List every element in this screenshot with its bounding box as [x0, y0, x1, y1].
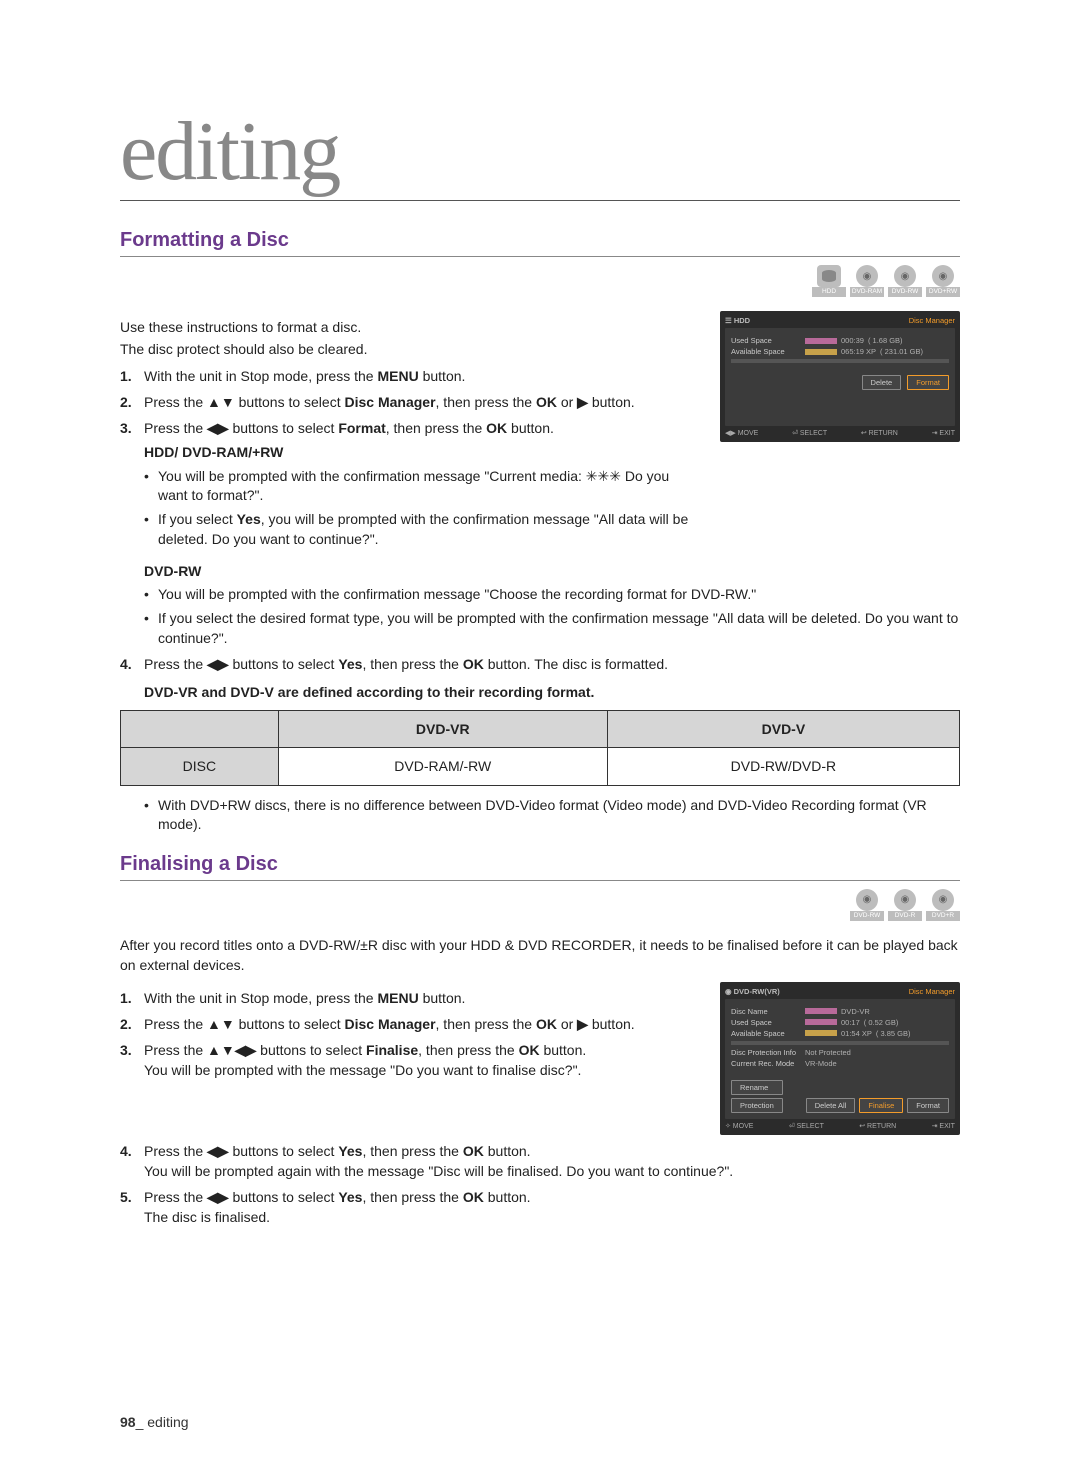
media-dvdram: ◉DVD-RAM [850, 265, 884, 297]
tv2-btn-protection: Protection [731, 1098, 783, 1113]
media2-dvdpr: ◉DVD+R [926, 889, 960, 921]
s1-screenshot: ☰ HDDDisc Manager Used Space000:39( 1.68… [720, 311, 960, 555]
tv-btn-format: Format [907, 375, 949, 390]
s2-step3-prompt: You will be prompted with the message "D… [144, 1060, 700, 1080]
page-footer: 98_ editing [120, 1414, 189, 1430]
tv2-btn-rename: Rename [731, 1080, 783, 1095]
s1-step3-cont: DVD-RW You will be prompted with the con… [120, 561, 960, 648]
s1-title: Formatting a Disc [120, 229, 960, 257]
media-hdd: HDD [812, 265, 846, 297]
media-dvdrw: ◉DVD-RW [888, 265, 922, 297]
s2-intro: After you record titles onto a DVD-RW/±R… [120, 935, 960, 976]
chapter-title: editing [120, 110, 960, 201]
s2-step5: 5. Press the ◀▶ buttons to select Yes, t… [120, 1187, 960, 1228]
s1-postnote: With DVD+RW discs, there is no differenc… [144, 796, 960, 835]
tv-btn-delete: Delete [862, 375, 902, 390]
s2-body-2: 4. Press the ◀▶ buttons to select Yes, t… [120, 1141, 960, 1228]
media2-dvdr: ◉DVD-R [888, 889, 922, 921]
s1-body: Use these instructions to format a disc.… [120, 311, 700, 555]
s2-step2: 2. Press the ▲▼ buttons to select Disc M… [120, 1014, 700, 1034]
s1-hdd-b2: If you select Yes, you will be prompted … [144, 510, 700, 549]
media2-dvdrw: ◉DVD-RW [850, 889, 884, 921]
s1-intro2: The disc protect should also be cleared. [120, 339, 700, 359]
s1-step3: 3. Press the ◀▶ buttons to select Format… [120, 418, 700, 549]
s2-screenshot: ◉ DVD-RW(VR)Disc Manager Disc NameDVD-VR… [720, 982, 960, 1135]
media-dvdprw: ◉DVD+RW [926, 265, 960, 297]
s2-step5-final: The disc is finalised. [144, 1207, 960, 1227]
s1-step2: 2. Press the ▲▼ buttons to select Disc M… [120, 392, 700, 412]
s1-intro1: Use these instructions to format a disc. [120, 317, 700, 337]
s1-rw-b2: If you select the desired format type, y… [144, 609, 960, 648]
s1-rw-b1: You will be prompted with the confirmati… [144, 585, 960, 605]
s2-title: Finalising a Disc [120, 853, 960, 881]
s2-step1: 1. With the unit in Stop mode, press the… [120, 988, 700, 1008]
s2-body: 1. With the unit in Stop mode, press the… [120, 982, 700, 1135]
tv2-btn-finalise: Finalise [859, 1098, 903, 1113]
s1-table: DVD-VRDVD-V DISCDVD-RAM/-RWDVD-RW/DVD-R [120, 710, 960, 786]
s1-hdd-b1: You will be prompted with the confirmati… [144, 467, 700, 506]
s1-media-row: HDD ◉DVD-RAM ◉DVD-RW ◉DVD+RW [120, 265, 960, 297]
s1-step1: 1. With the unit in Stop mode, press the… [120, 366, 700, 386]
s2-media-row: ◉DVD-RW ◉DVD-R ◉DVD+R [120, 889, 960, 921]
tv2-btn-delall: Delete All [806, 1098, 856, 1113]
s1-sub-hdd: HDD/ DVD-RAM/+RW [144, 442, 700, 462]
s2-step4: 4. Press the ◀▶ buttons to select Yes, t… [120, 1141, 960, 1182]
s2-step4-prompt: You will be prompted again with the mess… [144, 1161, 960, 1181]
s1-note: DVD-VR and DVD-V are defined according t… [144, 683, 960, 703]
s1-body-2: DVD-RW You will be prompted with the con… [120, 561, 960, 835]
tv2-btn-format: Format [907, 1098, 949, 1113]
s1-step4: 4. Press the ◀▶ buttons to select Yes, t… [120, 654, 960, 674]
s2-step3: 3. Press the ▲▼◀▶ buttons to select Fina… [120, 1040, 700, 1081]
